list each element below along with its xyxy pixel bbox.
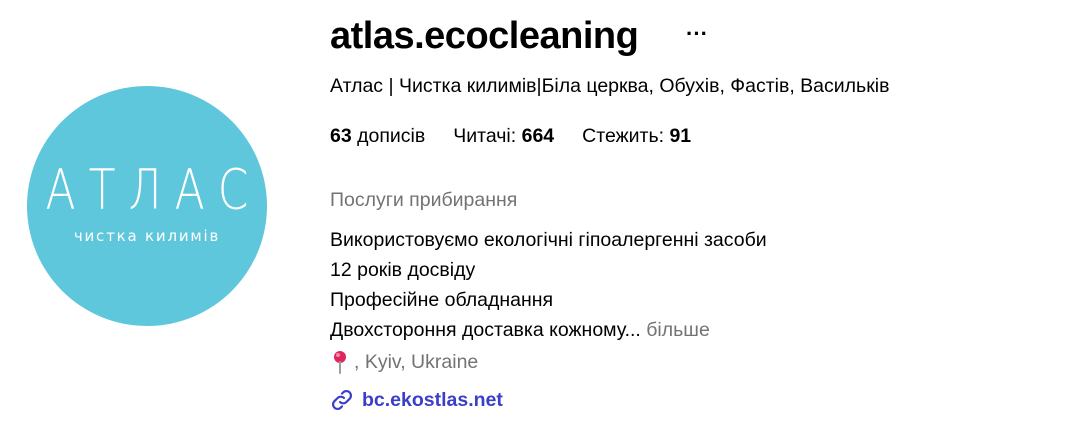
- followers-count: 664: [521, 125, 555, 147]
- following-label: Стежить:: [582, 125, 670, 147]
- profile-username: atlas.ecocleaning: [330, 15, 639, 57]
- bio-line: Двохстороння доставка кожному...: [330, 319, 641, 341]
- avatar-logo-subtitle: чистка килимів: [73, 226, 221, 245]
- posts-label: дописів: [351, 125, 426, 147]
- profile-category: Послуги прибирання: [330, 189, 518, 211]
- profile-bio: Використовуємо екологічні гіпоалергенні …: [330, 225, 767, 345]
- following-stat[interactable]: Стежить: 91: [582, 124, 691, 148]
- link-icon: [331, 389, 353, 411]
- profile-full-name: Атлас | Чистка килимів|Біла церква, Обух…: [330, 75, 890, 97]
- following-count: 91: [669, 125, 692, 147]
- bio-more-link[interactable]: більше: [646, 319, 710, 341]
- bio-line: 12 років досвіду: [330, 259, 476, 281]
- avatar-logo-title: АТЛАС: [45, 158, 262, 222]
- bio-line: Використовуємо екологічні гіпоалергенні …: [330, 229, 767, 251]
- followers-stat[interactable]: Читачі: 664: [453, 124, 554, 148]
- website-link[interactable]: bc.ekostlas.net: [330, 386, 503, 414]
- location-pin-icon: [334, 351, 346, 374]
- bio-line-last: Двохстороння доставка кожному... більше: [330, 315, 767, 345]
- followers-label: Читачі:: [453, 125, 522, 147]
- website-url[interactable]: bc.ekostlas.net: [362, 386, 503, 414]
- location-text: , Kyiv, Ukraine: [354, 351, 479, 373]
- more-options-icon[interactable]: ···: [686, 22, 708, 46]
- posts-count: 63: [330, 125, 352, 147]
- profile-location: , Kyiv, Ukraine: [330, 348, 478, 376]
- posts-stat[interactable]: 63 дописів: [330, 124, 425, 148]
- profile-stats: 63 дописів Читачі: 664 Стежить: 91: [330, 124, 719, 148]
- bio-line: Професійне обладнання: [330, 289, 554, 311]
- profile-avatar[interactable]: АТЛАС чистка килимів: [27, 86, 267, 326]
